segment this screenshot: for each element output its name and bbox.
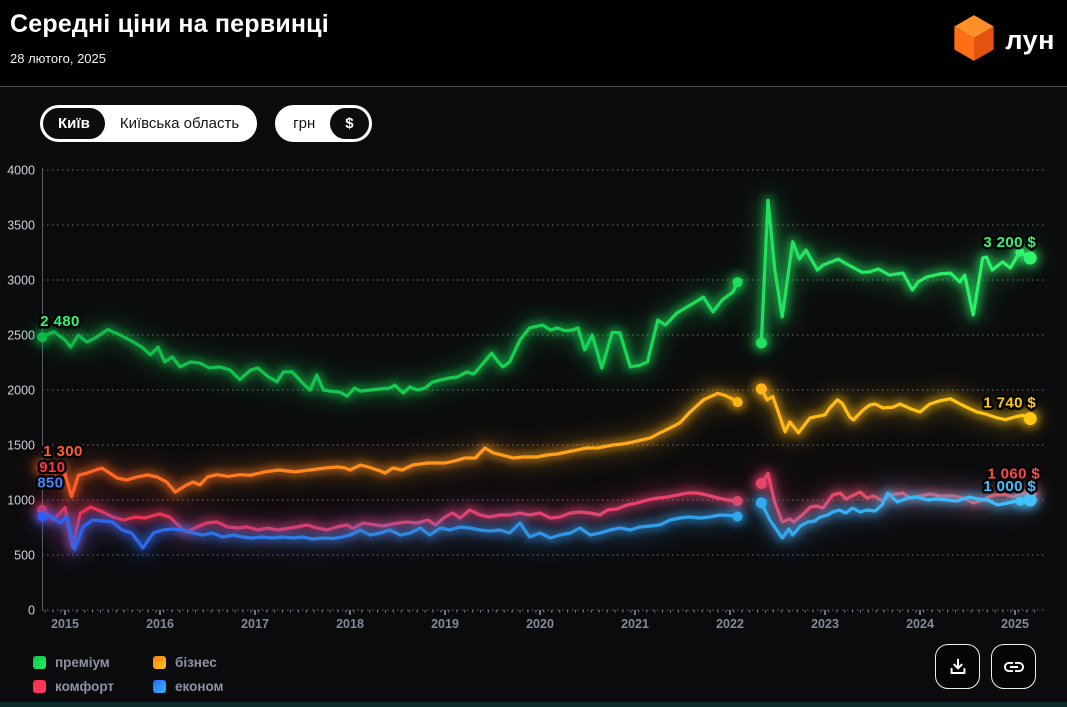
- data-point-преміум: [756, 338, 767, 349]
- toggle-uah[interactable]: грн: [278, 108, 330, 139]
- page-title: Середні ціни на первинці: [10, 10, 329, 39]
- legend-item-преміум: преміум: [33, 650, 151, 674]
- data-point-преміум: [733, 277, 743, 287]
- report-date: 28 лютого, 2025: [10, 51, 106, 66]
- data-point-комфорт: [733, 496, 743, 506]
- value-label: 910: [39, 459, 65, 476]
- y-axis-label: 4000: [7, 164, 35, 178]
- x-axis-label: 2016: [146, 617, 174, 631]
- legend-swatch: [153, 680, 166, 693]
- x-axis-label: 2018: [336, 617, 364, 631]
- toggle-kyiv[interactable]: Київ: [43, 108, 105, 139]
- legend-swatch: [33, 656, 46, 669]
- data-point-преміум: [37, 332, 47, 342]
- legend-swatch: [153, 656, 166, 669]
- data-point-бізнес: [756, 383, 767, 394]
- x-axis-label: 2019: [431, 617, 459, 631]
- value-label: 1 000 $: [983, 478, 1036, 495]
- legend-swatch: [33, 680, 46, 693]
- lun-logo-text: лун: [1005, 25, 1055, 56]
- value-label: 3 200 $: [983, 234, 1036, 251]
- copy-link-button[interactable]: [991, 644, 1036, 689]
- data-point-преміум: [1024, 252, 1037, 265]
- y-axis-label: 1500: [7, 439, 35, 453]
- toggle-usd[interactable]: $: [330, 108, 368, 139]
- data-point-економ: [733, 512, 743, 522]
- city-toggle: Київ Київська область: [40, 105, 257, 142]
- y-axis-label: 3000: [7, 274, 35, 288]
- x-axis-label: 2021: [621, 617, 649, 631]
- legend-item-бізнес: бізнес: [153, 650, 224, 674]
- legend-label: преміум: [55, 655, 110, 670]
- download-button[interactable]: [935, 644, 980, 689]
- x-axis-label: 2025: [1001, 617, 1029, 631]
- lun-cube-icon: [952, 14, 996, 67]
- value-label: 1 300: [43, 443, 83, 460]
- lun-logo[interactable]: лун: [952, 14, 1055, 67]
- legend-label: комфорт: [55, 679, 114, 694]
- y-axis-label: 2500: [7, 329, 35, 343]
- data-point-бізнес: [733, 397, 743, 407]
- x-axis-label: 2022: [716, 617, 744, 631]
- y-axis-label: 2000: [7, 384, 35, 398]
- value-label: 2 480: [40, 313, 80, 330]
- data-point-економ: [1024, 494, 1037, 507]
- header: Середні ціни на первинці 28 лютого, 2025…: [0, 0, 1067, 87]
- chart-legend: преміум бізнес комфорт економ: [33, 650, 224, 698]
- toolbar: Київ Київська область грн $: [40, 105, 372, 142]
- x-axis-label: 2020: [526, 617, 554, 631]
- download-icon: [947, 656, 969, 678]
- currency-toggle: грн $: [275, 105, 371, 142]
- price-chart: 0 500 1000 1500 2000 2500 3000 3500 4000 2015 2016…: [0, 150, 1067, 650]
- value-label: 850: [37, 475, 63, 492]
- link-icon: [1002, 655, 1026, 679]
- y-axis-label: 500: [14, 549, 35, 563]
- bottom-strip: [0, 702, 1067, 707]
- series-line-преміум: [42, 282, 737, 396]
- y-axis-label: 0: [28, 604, 35, 618]
- x-axis-label: 2015: [51, 617, 79, 631]
- chart-actions: [935, 644, 1036, 689]
- data-point-економ: [37, 512, 47, 522]
- data-point-комфорт: [756, 478, 767, 489]
- legend-item-економ: економ: [153, 674, 224, 698]
- legend-label: бізнес: [175, 655, 217, 670]
- series-line-преміум: [761, 200, 1030, 343]
- legend-item-комфорт: комфорт: [33, 674, 151, 698]
- legend-label: економ: [175, 679, 224, 694]
- x-axis-label: 2024: [906, 617, 934, 631]
- data-point-бізнес: [1024, 412, 1037, 425]
- x-axis-label: 2023: [811, 617, 839, 631]
- toggle-kyiv-region[interactable]: Київська область: [105, 108, 254, 139]
- x-axis-label: 2017: [241, 617, 269, 631]
- y-axis-label: 1000: [7, 494, 35, 508]
- y-axis-label: 3500: [7, 219, 35, 233]
- value-label: 1 740 $: [983, 395, 1036, 412]
- data-point-економ: [756, 497, 767, 508]
